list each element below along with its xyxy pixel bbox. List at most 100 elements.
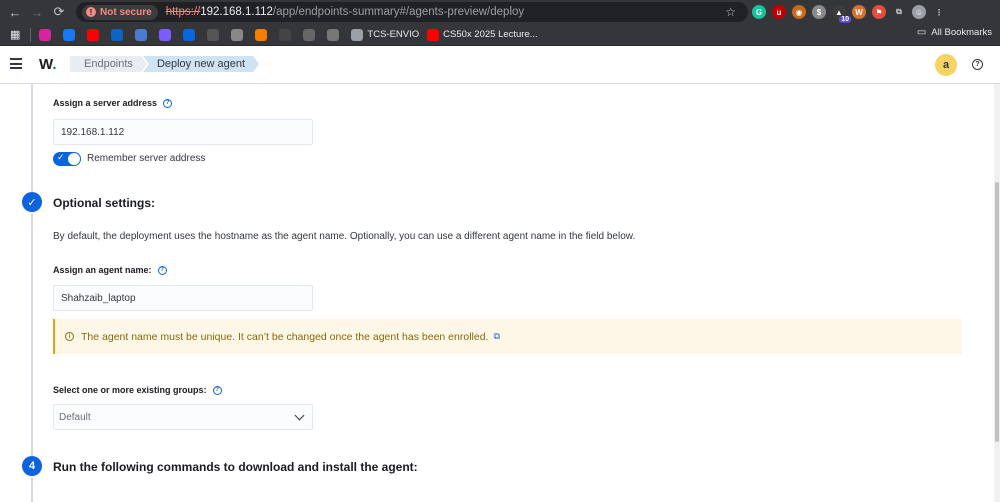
- url-host: 192.168.1.112: [200, 6, 273, 18]
- bookmark-item[interactable]: [159, 27, 175, 43]
- unique-name-callout: i The agent name must be unique. It can’…: [53, 319, 962, 354]
- security-chip[interactable]: ! Not secure: [82, 4, 158, 20]
- bookmark-item[interactable]: [135, 27, 151, 43]
- bookmark-item[interactable]: [327, 27, 343, 43]
- wappalyzer-extension-icon[interactable]: W: [852, 5, 866, 19]
- help-question-icon[interactable]: ?: [157, 265, 167, 275]
- url-protocol: https://: [165, 6, 201, 18]
- ublock-extension-icon[interactable]: u: [772, 5, 786, 19]
- bookmark-item[interactable]: [207, 27, 223, 43]
- server-address-label: Assign a server address ?: [53, 98, 173, 108]
- step-4-number: 4: [22, 456, 42, 476]
- facebook-icon: [63, 28, 76, 41]
- record-icon: [231, 28, 244, 41]
- server-address-input[interactable]: 192.168.1.112: [53, 119, 313, 145]
- url-text: https://192.168.1.112/app/endpoints-summ…: [166, 6, 524, 18]
- blogger-icon: [255, 28, 268, 41]
- external-link-icon[interactable]: ⧉: [493, 331, 499, 342]
- breadcrumb-deploy-agent: Deploy new agent: [143, 56, 259, 72]
- youtube-icon: [87, 28, 100, 41]
- grammarly-extension-icon[interactable]: G: [752, 5, 766, 19]
- chevron-down-icon: [294, 410, 305, 421]
- extensions-puzzle-icon[interactable]: ⧉: [892, 5, 906, 19]
- cookie-extension-icon[interactable]: ◉: [792, 5, 806, 19]
- bookmark-item[interactable]: CS50x 2025 Lecture...: [427, 27, 538, 43]
- logo-dot: .: [52, 56, 57, 73]
- optional-settings-title: Optional settings:: [53, 196, 155, 210]
- bookmark-item[interactable]: [111, 27, 127, 43]
- address-bar[interactable]: ! Not secure https://192.168.1.112/app/e…: [76, 2, 748, 22]
- all-bookmarks-button[interactable]: ▭ All Bookmarks: [917, 27, 992, 38]
- step-3-check-icon: ✓: [22, 192, 42, 212]
- security-label: Not secure: [100, 6, 152, 18]
- bookmark-item[interactable]: [279, 27, 295, 43]
- agent-name-input[interactable]: Shahzaib_laptop: [53, 285, 313, 311]
- page-scrollbar[interactable]: [994, 84, 1000, 502]
- bookmark-item[interactable]: [231, 27, 247, 43]
- breadcrumb: Endpoints Deploy new agent: [70, 56, 259, 72]
- optional-description: By default, the deployment uses the host…: [53, 231, 636, 242]
- logo-letter: W: [39, 56, 53, 73]
- hash-icon: [279, 28, 292, 41]
- hackerone-icon: [159, 28, 172, 41]
- warning-icon: !: [86, 7, 96, 17]
- agent-name-value: Shahzaib_laptop: [61, 292, 136, 304]
- bookmark-item[interactable]: [39, 27, 55, 43]
- step-4-title: Run the following commands to download a…: [53, 460, 418, 474]
- all-bookmarks-label: All Bookmarks: [931, 27, 992, 38]
- app-header: W. Endpoints Deploy new agent a ?: [0, 47, 1000, 84]
- step-connector: [31, 214, 33, 456]
- avatar[interactable]: a: [935, 54, 957, 76]
- step-connector: [31, 478, 33, 502]
- bookmark-item[interactable]: [183, 27, 199, 43]
- breadcrumb-endpoints[interactable]: Endpoints: [70, 56, 147, 72]
- logo[interactable]: W.: [39, 56, 57, 73]
- groups-label: Select one or more existing groups: ?: [53, 385, 222, 395]
- bookmark-item[interactable]: [87, 27, 103, 43]
- reload-icon[interactable]: ⟳: [48, 1, 70, 23]
- agent-name-label-text: Assign an agent name:: [53, 265, 152, 275]
- badge-extension-icon[interactable]: ▲ 10: [832, 5, 851, 23]
- notion-icon: [207, 28, 220, 41]
- apps-grid-icon[interactable]: ▦: [10, 27, 20, 43]
- tracker-extension-icon[interactable]: ⚑: [872, 5, 886, 19]
- forward-arrow-icon[interactable]: →: [26, 1, 48, 23]
- scrollbar-thumb[interactable]: [995, 182, 999, 442]
- groups-selected-value: Default: [59, 411, 91, 423]
- bookmarks-divider: [30, 27, 32, 42]
- bookmark-label: CS50x 2025 Lecture...: [443, 29, 538, 40]
- youtube-icon: [427, 28, 440, 41]
- deploy-form: Assign a server address ? 192.168.1.112 …: [0, 84, 994, 502]
- dollar-extension-icon[interactable]: $: [812, 5, 826, 19]
- server-address-label-text: Assign a server address: [53, 98, 158, 108]
- folder-icon: ▭: [916, 27, 927, 38]
- groups-select[interactable]: Default: [53, 404, 313, 430]
- server-address-value: 192.168.1.112: [61, 126, 125, 138]
- browser-menu-icon[interactable]: ⋮: [932, 5, 946, 19]
- info-icon: i: [65, 332, 74, 341]
- linkedin-icon: [111, 28, 124, 41]
- globe-icon: [351, 28, 364, 41]
- remember-server-toggle[interactable]: ✓: [53, 152, 81, 166]
- back-arrow-icon[interactable]: ←: [4, 1, 26, 23]
- bookmark-item[interactable]: TCS-ENVIO: [351, 27, 419, 43]
- bookmark-item[interactable]: [63, 27, 79, 43]
- help-question-icon[interactable]: ?: [163, 98, 173, 108]
- help-icon[interactable]: ?: [972, 59, 983, 70]
- extension-row: Gu ◉ $ ▲ 10 W ⚑ ⧉ ☺ ⋮: [752, 3, 946, 23]
- help-question-icon[interactable]: ?: [212, 385, 222, 395]
- check-icon: ✓: [57, 152, 65, 162]
- agent-name-label: Assign an agent name: ?: [53, 265, 167, 275]
- bookmark-item[interactable]: [255, 27, 271, 43]
- menu-icon[interactable]: [10, 58, 22, 69]
- extension-badge: 10: [839, 16, 851, 23]
- bookmark-star-icon[interactable]: ☆: [725, 5, 736, 19]
- search-bm-icon: [135, 28, 148, 41]
- url-path: /app/endpoints-summary#/agents-preview/d…: [272, 6, 525, 18]
- meta-icon: [183, 28, 196, 41]
- profile-avatar-icon[interactable]: ☺: [912, 5, 926, 19]
- bookmark-item[interactable]: [303, 27, 319, 43]
- toggle-knob: [68, 153, 80, 165]
- instagram-icon: [39, 28, 52, 41]
- bookmark-list: TCS-ENVIO CS50x 2025 Lecture...: [39, 27, 545, 43]
